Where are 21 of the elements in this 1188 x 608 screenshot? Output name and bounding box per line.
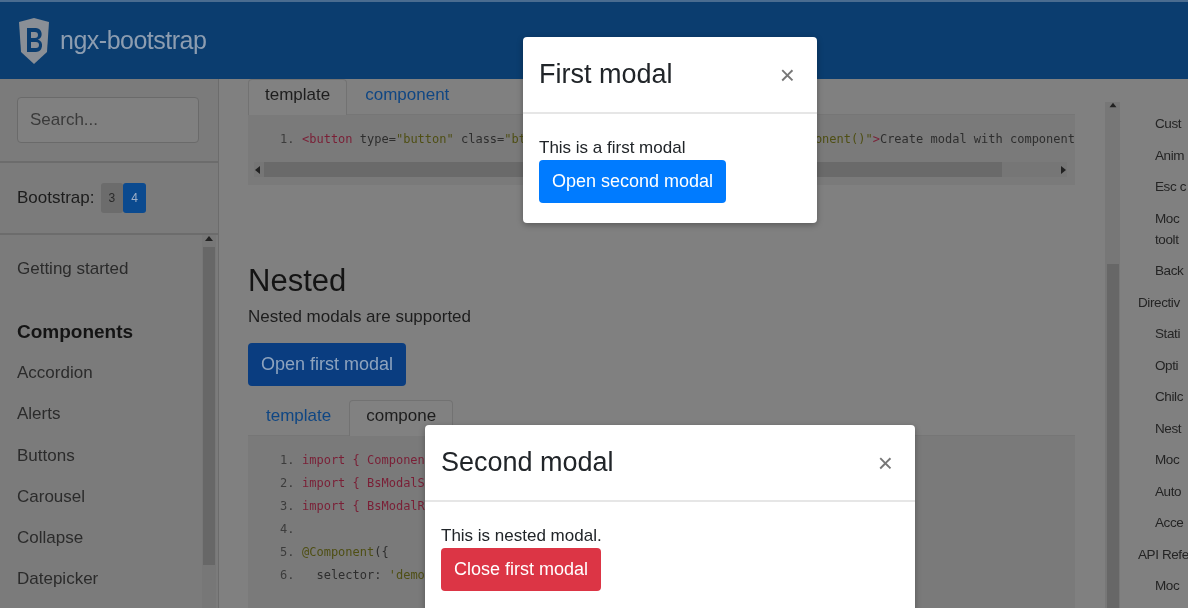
modal-text: This is nested modal.	[441, 526, 602, 546]
code-text: @Component({	[302, 544, 389, 559]
modal-title: Second modal	[441, 447, 614, 478]
line-number: 2.	[280, 475, 296, 490]
code-text: onent()">Create modal with component	[814, 131, 1075, 146]
bootstrap-label: Bootstrap:	[17, 188, 95, 208]
code-text: import { BsModalS	[302, 475, 425, 490]
modal-title: First modal	[539, 59, 673, 90]
modal-text: This is a first modal	[539, 138, 686, 158]
line-number: 3.	[280, 498, 296, 513]
line-number: 1.	[280, 452, 296, 467]
code-text: import { Componen	[302, 452, 425, 467]
section-description: Nested modals are supported	[248, 307, 473, 327]
code-text: import { BsModalR	[302, 498, 425, 513]
section-title: Nested	[248, 263, 348, 299]
line-number: 6.	[280, 567, 296, 582]
line-number: 1.	[280, 131, 296, 146]
line-number: 4.	[280, 521, 296, 536]
code-text: selector: 'demo	[315, 567, 425, 582]
section-label: Components	[17, 320, 134, 345]
line-number: 5.	[280, 544, 296, 559]
